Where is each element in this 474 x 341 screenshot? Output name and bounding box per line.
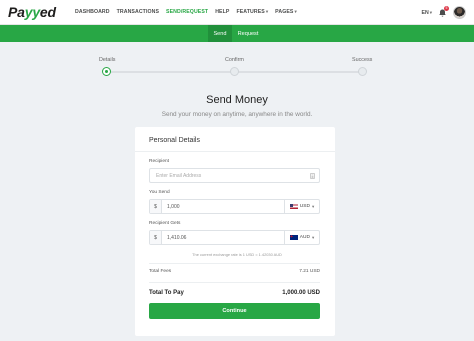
divider <box>149 263 320 264</box>
step-dot-details <box>102 67 111 76</box>
step-dot-success <box>358 67 367 76</box>
nav-item-help[interactable]: HELP <box>215 9 229 15</box>
header-tools: EN ▾ 5 <box>422 0 466 25</box>
recipient-gets-value: 1,410.06 <box>167 234 187 241</box>
you-send-value: 1,000 <box>167 203 180 210</box>
tab-send[interactable]: Send <box>208 25 232 42</box>
step-connector <box>107 71 235 73</box>
recipient-gets-field[interactable]: $ 1,410.06 AUD ▾ <box>149 230 320 245</box>
total-fees-value: 7.21 USD <box>299 269 320 274</box>
brand-logo[interactable]: Payyed <box>8 4 70 20</box>
personal-details-card: Personal Details Recipient Enter Email A… <box>135 127 335 336</box>
nav-item-pages[interactable]: PAGES ▾ <box>275 9 297 15</box>
chevron-down-icon: ▾ <box>294 9 297 14</box>
chevron-down-icon: ▾ <box>311 203 315 209</box>
step-label-details: Details <box>99 57 116 63</box>
avatar[interactable] <box>453 6 466 19</box>
recipient-gets-label: Recipient Gets <box>149 221 181 226</box>
page-subtitle: Send your money on anytime, anywhere in … <box>161 111 313 118</box>
nav-item-features[interactable]: FEATURES ▾ <box>236 9 268 15</box>
recipient-gets-currency: AUD <box>299 235 310 240</box>
send-request-subnav: Send Request <box>0 25 474 42</box>
total-to-pay-value: 1,000.00 USD <box>282 290 320 296</box>
step-connector <box>235 71 363 73</box>
recipient-label: Recipient <box>149 159 169 164</box>
total-fees-label: Total Fees <box>149 269 172 274</box>
step-label-confirm: Confirm <box>225 57 244 63</box>
dollar-prefix: $ <box>150 200 162 213</box>
chevron-down-icon: ▾ <box>311 234 315 240</box>
top-navbar: Payyed DASHBOARD TRANSACTIONS SEND/REQUE… <box>0 0 474 25</box>
exchange-rate-note: The current exchange rate is 1 USD = 1.4… <box>192 252 282 257</box>
nav-item-dashboard[interactable]: DASHBOARD <box>75 9 110 15</box>
card-title: Personal Details <box>149 137 200 144</box>
nav-item-transactions[interactable]: TRANSACTIONS <box>117 9 159 15</box>
divider <box>149 282 320 283</box>
total-to-pay-label: Total To Pay <box>149 290 184 296</box>
notification-button[interactable]: 5 <box>438 5 449 18</box>
us-flag-icon <box>289 204 298 209</box>
recipient-gets-currency-select[interactable]: AUD ▾ <box>284 231 319 244</box>
you-send-label: You Send <box>149 190 170 195</box>
tab-request[interactable]: Request <box>233 25 263 42</box>
main-nav: DASHBOARD TRANSACTIONS SEND/REQUEST HELP… <box>75 9 297 15</box>
you-send-currency: USD <box>299 204 310 209</box>
step-dot-confirm <box>230 67 239 76</box>
dollar-prefix: $ <box>150 231 162 244</box>
au-flag-icon <box>289 235 298 240</box>
progress-steps: Details Confirm Success <box>0 42 474 82</box>
recipient-email-input[interactable]: Enter Email Address <box>149 168 320 183</box>
contact-card-icon[interactable] <box>310 173 315 179</box>
language-selector[interactable]: EN ▾ <box>422 10 432 16</box>
nav-item-send-request[interactable]: SEND/REQUEST <box>166 9 208 15</box>
you-send-field[interactable]: $ 1,000 USD ▾ <box>149 199 320 214</box>
continue-button[interactable]: Continue <box>149 303 320 319</box>
divider <box>135 151 335 152</box>
step-label-success: Success <box>352 57 373 63</box>
chevron-down-icon: ▾ <box>429 9 432 15</box>
notification-badge: 5 <box>444 5 449 11</box>
you-send-currency-select[interactable]: USD ▾ <box>284 200 319 213</box>
chevron-down-icon: ▾ <box>265 9 269 14</box>
page-title: Send Money <box>206 94 268 106</box>
recipient-placeholder: Enter Email Address <box>156 172 202 179</box>
